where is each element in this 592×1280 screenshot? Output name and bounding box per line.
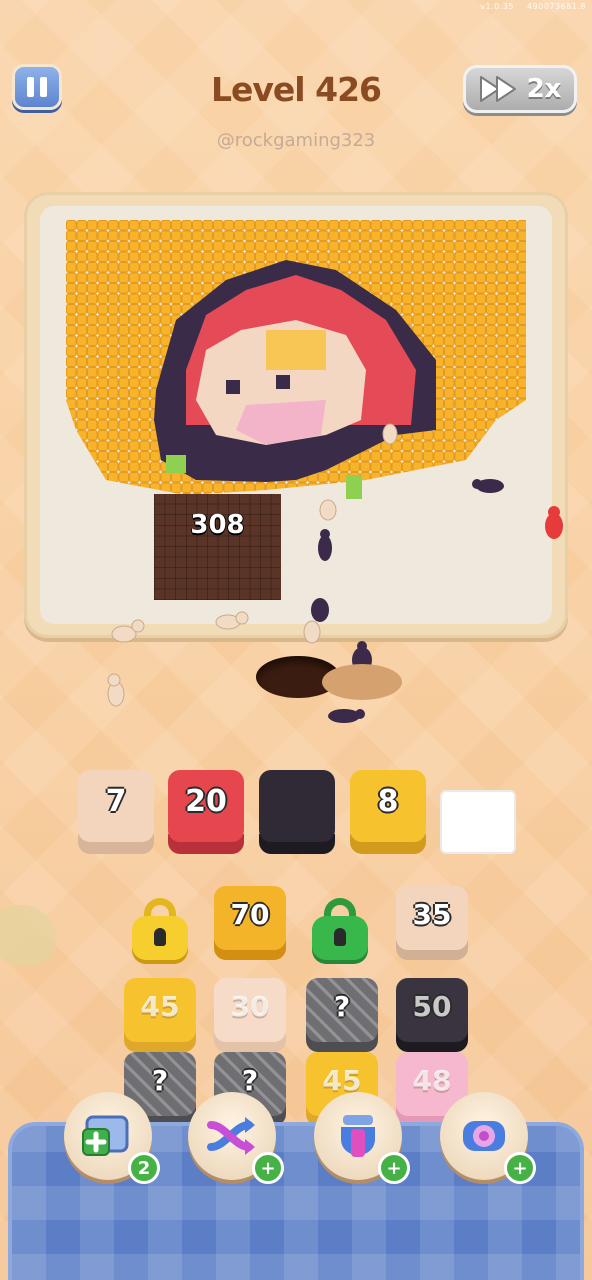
version-text: v1.0.35: [480, 2, 514, 11]
decor-leaf: [0, 905, 56, 965]
fast-forward-icon: [479, 76, 516, 102]
tile-70-value: 70: [230, 898, 270, 931]
mystery-tile-value: ?: [333, 990, 351, 1023]
tile-30-value: 30: [230, 990, 270, 1023]
keyhole-icon: [334, 928, 346, 946]
tile-50-value: 50: [412, 990, 452, 1023]
queue-slot-4[interactable]: 8: [350, 770, 426, 854]
queue-slot-3[interactable]: [259, 770, 335, 854]
magnet-icon: [341, 1115, 375, 1157]
add-slot-icon: [82, 1115, 129, 1156]
speed-button[interactable]: 2x: [463, 65, 577, 113]
tile-30: 30: [214, 978, 286, 1052]
mystery-tile[interactable]: ?: [306, 978, 378, 1052]
mystery-tile-value: ?: [151, 1064, 169, 1097]
locked-tile-green[interactable]: [312, 898, 368, 960]
tile-70[interactable]: 70: [214, 886, 286, 960]
tile-45-value: 45: [140, 990, 180, 1023]
queue-slot-4-value: 8: [377, 784, 399, 819]
booster-magnet-add: +: [378, 1152, 410, 1184]
queue-slot-2-value: 20: [185, 784, 227, 819]
status-text: v1.0.35 490073681.8: [470, 2, 586, 11]
keyhole-icon: [154, 928, 166, 946]
tile-45: 45: [124, 978, 196, 1052]
speed-label: 2x: [526, 74, 562, 104]
queue-slot-1[interactable]: 7: [78, 770, 154, 854]
queue-slot-1-value: 7: [105, 784, 127, 819]
tile-48-value: 48: [412, 1064, 452, 1097]
tile-35[interactable]: 35: [396, 886, 468, 960]
id-text: 490073681.8: [527, 2, 586, 11]
booster-spray-add: +: [504, 1152, 536, 1184]
booster-add-slot-count: 2: [128, 1152, 160, 1184]
booster-shuffle-add: +: [252, 1152, 284, 1184]
tile-35-value: 35: [412, 898, 452, 931]
shuffle-icon: [207, 1117, 255, 1155]
queue-slot-empty[interactable]: [440, 790, 516, 854]
hole-mound: [322, 664, 402, 700]
queue-slot-2[interactable]: 20: [168, 770, 244, 854]
locked-tile-yellow[interactable]: [132, 898, 188, 960]
username: @rockgaming323: [216, 130, 376, 151]
tile-50[interactable]: 50: [396, 978, 468, 1052]
spray-icon: [463, 1121, 505, 1151]
